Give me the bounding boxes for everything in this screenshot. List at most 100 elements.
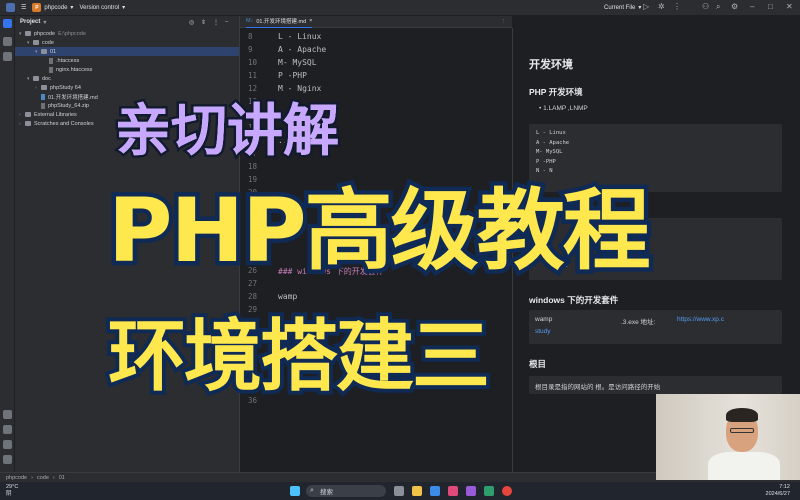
tree-item-htaccess[interactable]: .htaccess [15,56,239,65]
run-icon[interactable]: ▷ [643,2,649,11]
services-tool-icon[interactable] [3,410,12,419]
scratches-icon [25,121,31,126]
folder-icon [33,76,39,81]
maximize-icon[interactable]: □ [768,2,773,11]
options-icon[interactable]: ⋮ [213,19,219,26]
tree-item-label: 01 [50,48,57,55]
more-tools-icon[interactable] [3,52,12,61]
taskbar: 29°C 阴 ⌕ 搜索 7:12 2024/6/27 [0,482,800,500]
wamp-prefix: wamp [535,316,553,323]
preview-heading-windows: windows 下的开发套件 [529,295,619,305]
library-icon [25,112,31,117]
minimize-icon[interactable]: – [750,2,754,11]
root-text: 根目录是指的网站的 根。是访问路径的开始 [535,384,661,391]
clock-time: 7:12 [779,484,790,490]
problems-tool-icon[interactable] [3,440,12,449]
phpstorm-icon[interactable] [448,486,458,496]
task-view-icon[interactable] [394,486,404,496]
main-menu-icon[interactable]: ☰ [21,4,26,11]
tree-item-label: doc [42,75,51,82]
editor-tab[interactable]: M↓ 01.开发环境搭建.md × [246,16,313,28]
line-number: 8 [248,32,253,41]
collapse-icon[interactable]: ⇕ [201,19,206,26]
close-icon[interactable]: ✕ [786,2,793,11]
preview-quote-block: wamp .3.exe 地址: https://www.xp.c study [529,310,782,344]
file-icon [49,66,53,73]
code-line: M- MySQL [536,149,563,155]
weather-widget[interactable]: 29°C 阴 [6,484,18,498]
tree-item-label: External Libraries [34,111,77,118]
preview-root-block: 根目录是指的网站的 根。是访问路径的开始 [529,376,782,394]
project-panel-title: Project [20,19,41,25]
tree-item-code[interactable]: ▾ code [15,38,239,47]
git-tool-icon[interactable] [3,455,12,464]
start-icon[interactable] [290,486,300,496]
tree-item-01[interactable]: ▾ 01 [15,47,239,56]
file-explorer-icon[interactable] [412,486,422,496]
chevron-down-icon: ▾ [122,5,126,11]
project-tool-icon[interactable] [3,19,12,28]
hide-icon[interactable]: – [225,19,228,25]
presenter-glasses [730,428,754,433]
vcs-label: Version control [79,4,120,11]
preview-bullet-text: 1.LAMP ,LNMP [543,105,588,112]
mail-icon[interactable] [430,486,440,496]
app-icon[interactable] [466,486,476,496]
tree-item-label: Scratches and Consoles [34,120,94,127]
tree-item-label: 01.开发环境搭建.md [48,94,98,101]
vcs-selector[interactable]: Version control ▾ [79,4,126,12]
close-tab-icon[interactable]: × [309,18,312,24]
tree-item-phpcode[interactable]: ▾ phpcode E:\phpcode [15,29,239,38]
tree-item-label: phpcode [34,30,56,37]
editor-tab-bar: M↓ 01.开发环境搭建.md × ⋮ [240,16,512,28]
locate-icon[interactable]: ◎ [189,19,194,26]
presenter-body [708,452,780,480]
overlay-subtitle: 亲切讲解 [113,97,342,167]
search-everywhere-icon[interactable]: ⌕ [716,2,720,12]
overlay-title: PHP高级教程 [104,175,656,287]
chevron-down-icon[interactable]: ▾ [43,19,46,26]
breadcrumb-item[interactable]: 01 [59,475,65,481]
code-line: A - Apache [536,139,570,146]
code-line: L - Linux [536,130,566,136]
chevron-down-icon: ▾ [70,5,74,11]
chrome-icon[interactable] [502,486,512,496]
tree-item-nginx-htaccess[interactable]: nginx.htaccess [15,65,239,74]
preview-heading-root: 根目 [529,359,547,369]
taskbar-search[interactable]: ⌕ 搜索 [306,485,386,497]
archive-file-icon [41,102,45,109]
system-clock[interactable]: 7:12 2024/6/27 [766,484,790,498]
wamp-link[interactable]: https://www.xp.c [677,316,724,323]
overlay-lesson: 环境搭建三 [104,308,494,406]
tree-item-label: phpStudy 64 [50,84,81,91]
file-icon [49,57,53,64]
settings-icon[interactable]: ⚙ [731,2,738,11]
presenter-hair [726,408,758,422]
folder-icon [33,40,39,45]
preview-heading-php: PHP 开发环境 [529,87,583,97]
tab-options-icon[interactable]: ⋮ [501,19,507,25]
chevron-down-icon: ▾ [638,5,642,11]
breadcrumb-item[interactable]: code [37,475,49,481]
tool-window-strip [0,16,15,472]
folder-icon [41,49,47,54]
ide-logo-icon[interactable] [6,3,15,12]
search-placeholder: 搜索 [320,489,333,496]
structure-tool-icon[interactable] [3,37,12,46]
tree-item-label: code [42,39,54,46]
markdown-file-icon: M↓ [246,18,254,24]
terminal-tool-icon[interactable] [3,425,12,434]
account-icon[interactable]: ⚇ [702,2,709,11]
tree-item-label: .htaccess [56,57,80,64]
tree-item-doc[interactable]: ▾ doc [15,74,239,83]
run-config-selector[interactable]: Current File ▾ [604,4,642,12]
debug-icon[interactable]: ✲ [658,2,665,11]
more-icon[interactable]: ⋮ [673,2,681,11]
wamp-link-continued[interactable]: study [535,328,551,335]
tree-item-label: phpStudy_64.zip [48,102,89,109]
line-number: 9 [248,45,253,54]
terminal-icon[interactable] [484,486,494,496]
tree-item-label: nginx.htaccess [56,66,93,73]
project-selector[interactable]: P phpcode ▾ [32,3,73,12]
breadcrumb-item[interactable]: phpcode [6,475,27,481]
